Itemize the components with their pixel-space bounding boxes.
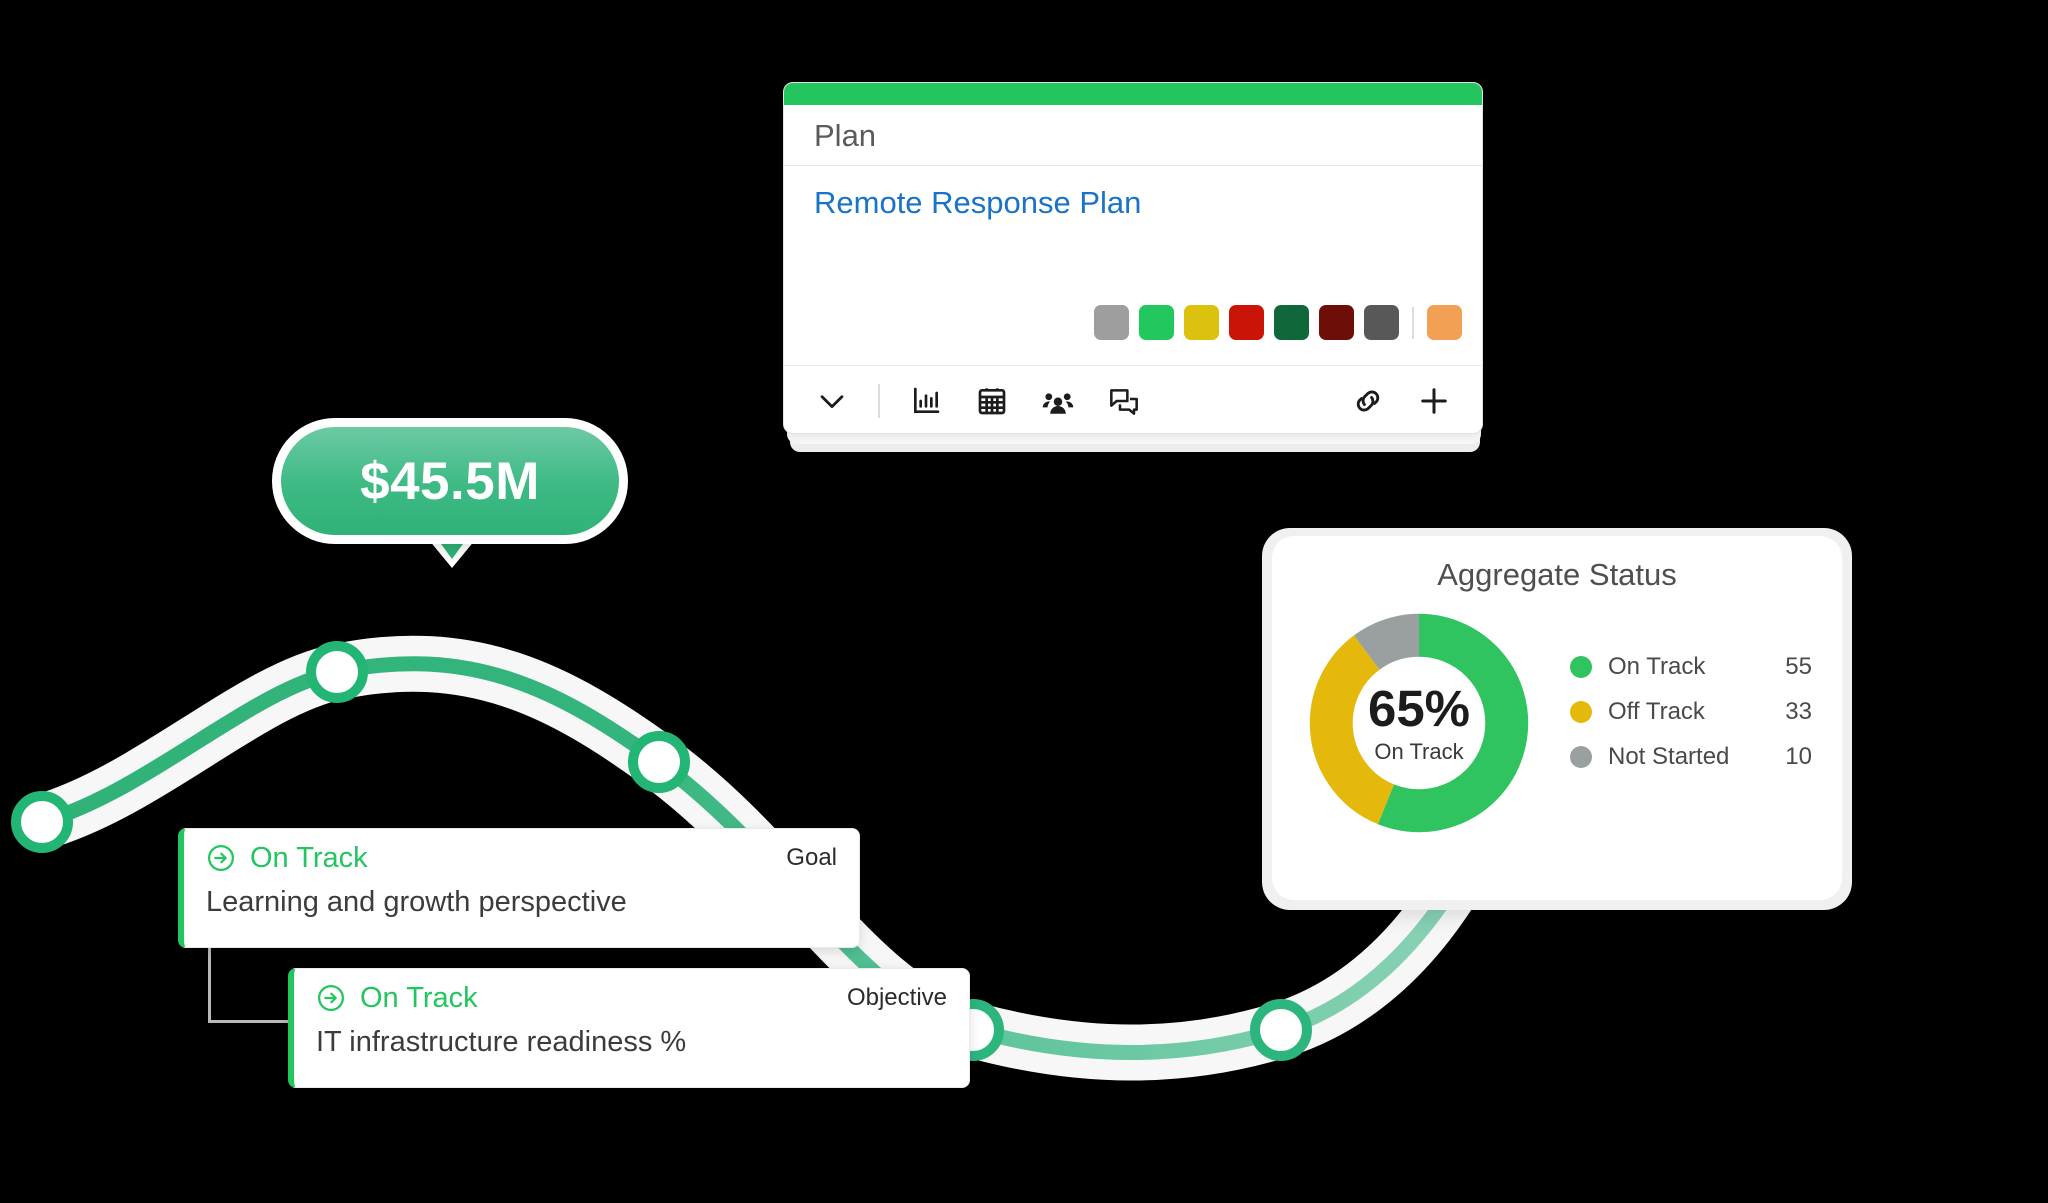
arrow-circle-right-icon <box>206 843 236 873</box>
legend-label-on-track: On Track <box>1608 653 1706 681</box>
calendar-icon[interactable] <box>970 379 1014 423</box>
people-icon[interactable] <box>1036 379 1080 423</box>
status-swatch-row <box>1094 305 1462 340</box>
plan-card-toolbar <box>784 365 1482 433</box>
legend-label-off-track: Off Track <box>1608 698 1705 726</box>
plan-name-link[interactable]: Remote Response Plan <box>784 166 1482 221</box>
value-amount: $45.5M <box>360 451 540 511</box>
objective-type-label: Objective <box>846 984 947 1011</box>
legend-value-on-track: 55 <box>1785 653 1812 681</box>
plan-accent-bar <box>784 83 1482 105</box>
status-legend: On Track 55 Off Track 33 Not Started 10 <box>1570 653 1812 793</box>
swatch-green[interactable] <box>1139 305 1174 340</box>
legend-item-not-started[interactable]: Not Started 10 <box>1570 743 1812 771</box>
curve-node-1[interactable] <box>11 791 73 853</box>
curve-node-2[interactable] <box>306 641 368 703</box>
aggregate-status-card: Aggregate Status 65% On Track On Track 5… <box>1272 536 1842 900</box>
plus-icon[interactable] <box>1412 379 1456 423</box>
comment-icon[interactable] <box>1102 379 1146 423</box>
curve-node-3[interactable] <box>628 731 690 793</box>
swatch-gray[interactable] <box>1094 305 1129 340</box>
status-donut-chart: 65% On Track <box>1302 606 1536 840</box>
swatch-divider <box>1412 306 1414 339</box>
legend-value-off-track: 33 <box>1785 698 1812 726</box>
legend-value-not-started: 10 <box>1785 743 1812 771</box>
swatch-dark-green[interactable] <box>1274 305 1309 340</box>
swatch-dark-red[interactable] <box>1319 305 1354 340</box>
legend-label-not-started: Not Started <box>1608 743 1730 771</box>
goal-objective-connector <box>208 945 298 1023</box>
legend-dot-off-track <box>1570 701 1592 724</box>
aggregate-status-title: Aggregate Status <box>1437 557 1677 592</box>
donut-percentage: 65% <box>1367 680 1471 738</box>
goal-card-header: On Track Goal <box>184 829 859 873</box>
swatch-yellow[interactable] <box>1184 305 1219 340</box>
objective-status-card[interactable]: On Track Objective IT infrastructure rea… <box>288 968 970 1088</box>
goal-name: Learning and growth perspective <box>206 886 627 918</box>
dashboard-collage: $45.5M Plan Remote Response Plan Aggrega… <box>0 0 2048 1203</box>
legend-item-on-track[interactable]: On Track 55 <box>1570 653 1812 681</box>
swatch-orange[interactable] <box>1427 305 1462 340</box>
objective-name: IT infrastructure readiness % <box>316 1026 687 1058</box>
arrow-circle-right-icon <box>316 983 346 1013</box>
value-tooltip-bubble[interactable]: $45.5M <box>272 418 628 544</box>
link-icon[interactable] <box>1346 379 1390 423</box>
donut-center-label: On Track <box>1374 739 1464 765</box>
legend-dot-on-track <box>1570 656 1592 679</box>
goal-status-label: On Track <box>250 841 368 874</box>
aggregate-status-body: 65% On Track On Track 55 Off Track 33 No… <box>1272 592 1842 840</box>
chevron-down-icon[interactable] <box>810 379 854 423</box>
plan-card: Plan Remote Response Plan <box>783 82 1483 434</box>
goal-type-label: Goal <box>786 844 837 871</box>
toolbar-divider <box>878 383 880 418</box>
swatch-dark-gray[interactable] <box>1364 305 1399 340</box>
plan-card-title: Plan <box>784 105 1482 167</box>
objective-status-label: On Track <box>360 981 478 1014</box>
swatch-red[interactable] <box>1229 305 1264 340</box>
donut-center-text: 65% On Track <box>1344 683 1494 763</box>
legend-dot-not-started <box>1570 746 1592 769</box>
legend-item-off-track[interactable]: Off Track 33 <box>1570 698 1812 726</box>
objective-card-header: On Track Objective <box>294 969 969 1013</box>
bar-chart-icon[interactable] <box>904 379 948 423</box>
goal-status-card[interactable]: On Track Goal Learning and growth perspe… <box>178 828 860 948</box>
curve-node-5[interactable] <box>1250 999 1312 1061</box>
